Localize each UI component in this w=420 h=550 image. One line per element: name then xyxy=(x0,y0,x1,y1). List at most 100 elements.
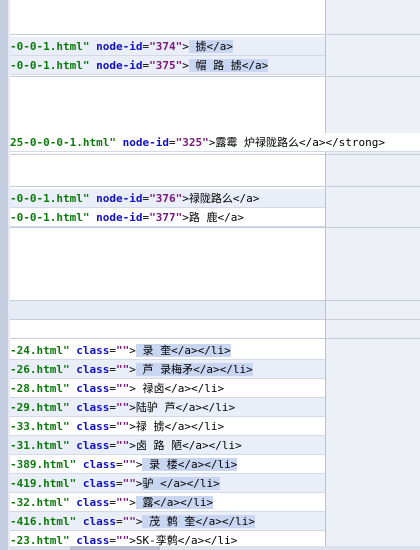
row-divider xyxy=(10,76,420,77)
tag-close: > xyxy=(129,439,136,452)
tag-close: > xyxy=(129,344,136,357)
equals-sign: = xyxy=(109,439,116,452)
code-line-377[interactable]: -0-0-1.html" node-id="377">路 鹿</a> xyxy=(10,208,325,227)
equals-sign: = xyxy=(115,458,123,471)
list-item-line[interactable]: -31.html" class="">卤 路 陋</a></li> xyxy=(10,436,325,455)
row-divider xyxy=(10,34,420,35)
attr-value: "377" xyxy=(149,211,183,224)
list-item-text: 卤 路 陋</a></li> xyxy=(135,439,242,452)
list-item-text: 陆驴 芦</a></li> xyxy=(135,401,236,414)
scrollbar-thumb[interactable] xyxy=(70,546,160,550)
list-item-line[interactable]: -33.html" class="">禄 掳</a></li> xyxy=(10,417,325,436)
list-item-text: 录 楼</a></li> xyxy=(142,458,238,471)
href-prefix: -0-0-1.html" xyxy=(10,192,90,205)
href-prefix: -0-0-1.html" xyxy=(10,211,90,224)
tag-close: > xyxy=(129,496,136,509)
attr-value: "" xyxy=(122,477,136,490)
list-item-line[interactable]: -29.html" class="">陆驴 芦</a></li> xyxy=(10,398,325,417)
attr-value: "" xyxy=(115,496,130,509)
code-line-376[interactable]: -0-0-1.html" node-id="376">禄陇路么</a> xyxy=(10,189,325,208)
href-prefix: -389.html" xyxy=(10,458,77,471)
href-prefix: -26.html" xyxy=(10,363,70,376)
href-prefix: -31.html" xyxy=(10,439,70,452)
attr-value: "" xyxy=(115,363,130,376)
node-text: 路 鹿</a> xyxy=(188,211,244,224)
tag-close: > xyxy=(129,420,136,433)
attr-name: class xyxy=(76,439,110,452)
equals-sign: = xyxy=(109,401,116,414)
right-panel xyxy=(326,0,420,550)
equals-sign: = xyxy=(115,477,123,490)
attr-name: node-id xyxy=(96,40,143,53)
list-item-text: 芦 录梅矛</a></li> xyxy=(135,363,253,376)
list-item-text: 露</a></li> xyxy=(135,496,214,509)
attr-value: "325" xyxy=(175,136,209,149)
list-item-text: 录 奎</a></li> xyxy=(135,344,231,357)
attr-name: class xyxy=(76,344,110,357)
list-item-text: 禄 掳</a></li> xyxy=(135,420,225,433)
equals-sign: = xyxy=(109,420,116,433)
blank-row xyxy=(10,301,325,319)
list-item-line[interactable]: -389.html" class=""> 录 楼</a></li> xyxy=(10,455,325,474)
blank-row xyxy=(10,0,325,34)
equals-sign: = xyxy=(109,382,116,395)
code-line-374[interactable]: -0-0-1.html" node-id="374"> 掳</a> xyxy=(10,37,325,56)
attr-name: class xyxy=(82,515,116,528)
attr-name: node-id xyxy=(96,192,143,205)
row-divider xyxy=(10,338,420,339)
equals-sign: = xyxy=(115,515,123,528)
list-item-line[interactable]: -26.html" class=""> 芦 录梅矛</a></li> xyxy=(10,360,325,379)
attr-name: class xyxy=(82,458,116,471)
list-item-line[interactable]: -416.html" class=""> 茂 鹩 奎</a></li> xyxy=(10,512,325,531)
attr-value: "" xyxy=(115,401,130,414)
href-prefix: -24.html" xyxy=(10,344,70,357)
href-prefix: -28.html" xyxy=(10,382,70,395)
list-item-line[interactable]: -24.html" class=""> 录 奎</a></li> xyxy=(10,341,325,360)
attr-value: "" xyxy=(115,344,130,357)
node-text: 帽 路 掳</a> xyxy=(188,59,269,72)
attr-name: node-id xyxy=(122,136,169,149)
list-item-text: 禄卤</a></li> xyxy=(135,382,225,395)
attr-value: "375" xyxy=(149,59,183,72)
href-prefix: -32.html" xyxy=(10,496,70,509)
blank-row xyxy=(10,228,325,300)
href-prefix: -0-0-1.html" xyxy=(10,40,90,53)
href-prefix: -0-0-1.html" xyxy=(10,59,90,72)
column-separator[interactable] xyxy=(325,0,326,550)
attr-name: class xyxy=(76,420,110,433)
href-prefix: -29.html" xyxy=(10,401,70,414)
attr-name: class xyxy=(76,401,110,414)
attr-value: "374" xyxy=(149,40,183,53)
attr-value: "" xyxy=(115,382,130,395)
node-text: 露霉 炉禄陇路么</a></strong> xyxy=(215,136,386,149)
attr-name: class xyxy=(76,382,110,395)
attr-value: "" xyxy=(115,420,130,433)
tag-close: > xyxy=(129,382,136,395)
list-item-text: 茂 鹩 奎</a></li> xyxy=(142,515,255,528)
attr-name: class xyxy=(76,363,110,376)
href-prefix: 25-0-0-0-1.html" xyxy=(10,136,116,149)
row-divider xyxy=(10,186,420,187)
code-line-375[interactable]: -0-0-1.html" node-id="375"> 帽 路 掳</a> xyxy=(10,56,325,75)
attr-name: node-id xyxy=(96,211,143,224)
attr-name: node-id xyxy=(96,59,143,72)
href-prefix: -33.html" xyxy=(10,420,70,433)
left-gutter xyxy=(0,0,8,550)
equals-sign: = xyxy=(109,344,116,357)
tag-close: > xyxy=(129,363,136,376)
equals-sign: = xyxy=(109,363,116,376)
attr-value: "" xyxy=(122,458,136,471)
list-item-line[interactable]: -28.html" class=""> 禄卤</a></li> xyxy=(10,379,325,398)
blank-row xyxy=(10,76,325,130)
href-prefix: -416.html" xyxy=(10,515,77,528)
list-item-text: 驴 </a></li> xyxy=(142,477,220,490)
code-line-325[interactable]: 25-0-0-0-1.html" node-id="325">露霉 炉禄陇路么<… xyxy=(10,133,420,152)
attr-name: class xyxy=(76,496,110,509)
node-text: 掳</a> xyxy=(188,40,233,53)
equals-sign: = xyxy=(109,496,116,509)
list-item-line[interactable]: -419.html" class="">驴 </a></li> xyxy=(10,474,325,493)
list-item-line[interactable]: -32.html" class=""> 露</a></li> xyxy=(10,493,325,512)
attr-name: class xyxy=(82,477,116,490)
href-prefix: -419.html" xyxy=(10,477,77,490)
tag-close: > xyxy=(129,401,136,414)
